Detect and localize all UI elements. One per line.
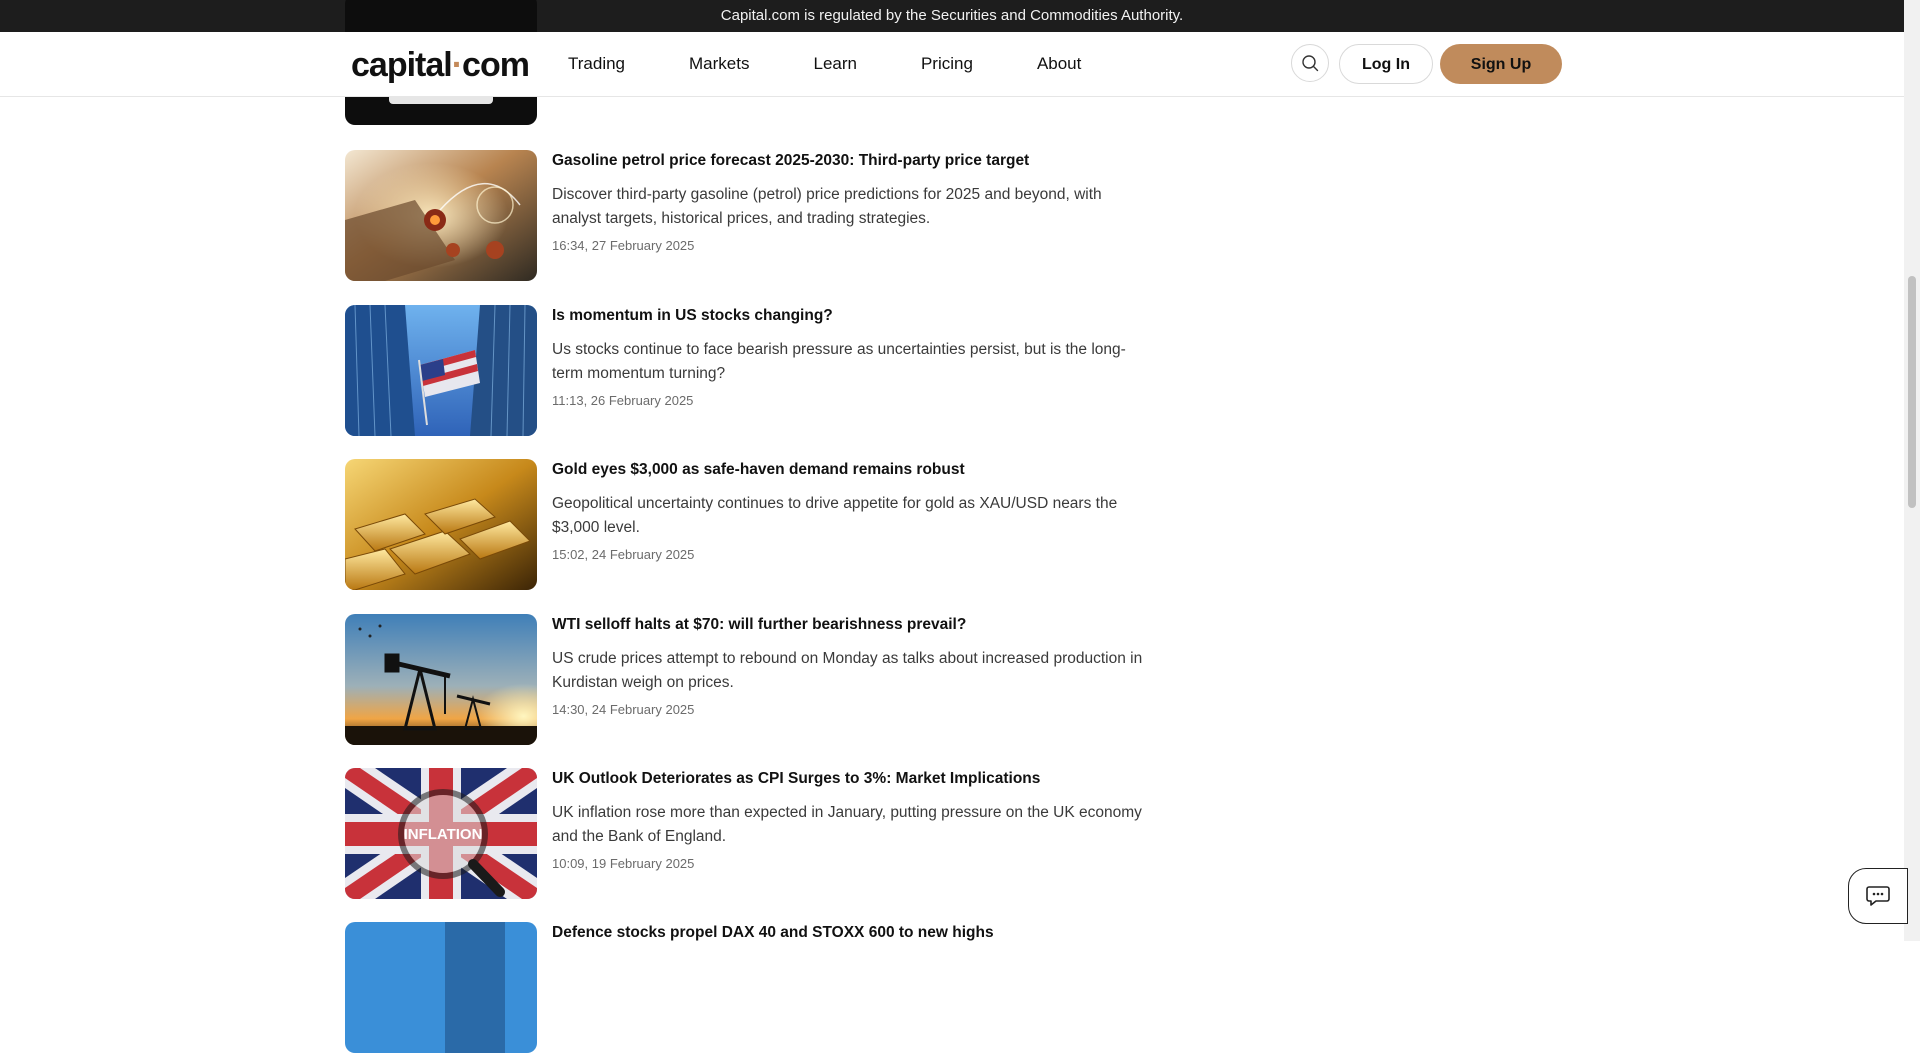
search-icon	[1302, 55, 1319, 72]
article-timestamp: 11:13, 26 February 2025	[552, 393, 694, 408]
nav-learn[interactable]: Learn	[813, 32, 856, 96]
chat-icon	[1866, 886, 1890, 906]
article-thumbnail[interactable]	[345, 614, 537, 745]
site-header: capital·com Trading Markets Learn Pricin…	[0, 32, 1904, 97]
nav-pricing[interactable]: Pricing	[921, 32, 973, 96]
article-description: Us stocks continue to face bearish press…	[552, 341, 1126, 382]
main-nav: Trading Markets Learn Pricing About	[568, 32, 1081, 96]
article-item[interactable]: WTI selloff halts at $70: will further b…	[345, 614, 1145, 745]
article-thumbnail[interactable]	[345, 459, 537, 590]
article-title[interactable]: WTI selloff halts at $70: will further b…	[552, 616, 1152, 634]
article-title[interactable]: UK Outlook Deteriorates as CPI Surges to…	[552, 770, 1152, 788]
scrollbar-thumb[interactable]	[1908, 276, 1916, 508]
article-thumbnail[interactable]	[345, 305, 537, 436]
article-description: US crude prices attempt to rebound on Mo…	[552, 650, 1143, 691]
article-title[interactable]: Is momentum in US stocks changing?	[552, 307, 1152, 325]
article-timestamp: 10:09, 19 February 2025	[552, 856, 695, 871]
article-description: Geopolitical uncertainty continues to dr…	[552, 495, 1118, 536]
article-thumbnail[interactable]	[345, 922, 537, 1053]
article-thumbnail[interactable]	[345, 150, 537, 281]
sign-up-button[interactable]: Sign Up	[1440, 44, 1562, 84]
article-item[interactable]: Defence stocks propel DAX 40 and STOXX 6…	[345, 922, 1145, 1053]
article-timestamp: 14:30, 24 February 2025	[552, 702, 695, 717]
article-item[interactable]: Gold eyes $3,000 as safe-haven demand re…	[345, 459, 1145, 590]
article-thumbnail[interactable]: INFLATION	[345, 768, 537, 899]
article-title[interactable]: Defence stocks propel DAX 40 and STOXX 6…	[552, 924, 1152, 942]
article-timestamp: 16:34, 27 February 2025	[552, 238, 695, 253]
article-description: Discover third-party gasoline (petrol) p…	[552, 186, 1102, 227]
page-scrollbar[interactable]	[1904, 0, 1920, 941]
nav-trading[interactable]: Trading	[568, 32, 625, 96]
chat-button[interactable]	[1848, 868, 1908, 924]
search-button[interactable]	[1291, 44, 1329, 82]
log-in-button[interactable]: Log In	[1339, 44, 1433, 84]
article-timestamp: 15:02, 24 February 2025	[552, 547, 695, 562]
article-item[interactable]: INFLATION UK Outlook Deteriorates as CPI…	[345, 768, 1145, 899]
inflation-label: INFLATION	[404, 826, 483, 843]
article-item[interactable]: Gasoline petrol price forecast 2025-2030…	[345, 150, 1145, 281]
article-description: UK inflation rose more than expected in …	[552, 804, 1142, 845]
nav-about[interactable]: About	[1037, 32, 1081, 96]
capital-com-logo[interactable]: capital·com	[351, 46, 530, 85]
article-title[interactable]: Gold eyes $3,000 as safe-haven demand re…	[552, 461, 1152, 479]
article-title[interactable]: Gasoline petrol price forecast 2025-2030…	[552, 152, 1152, 170]
article-item[interactable]: Is momentum in US stocks changing? Us st…	[345, 305, 1145, 436]
nav-markets[interactable]: Markets	[689, 32, 749, 96]
